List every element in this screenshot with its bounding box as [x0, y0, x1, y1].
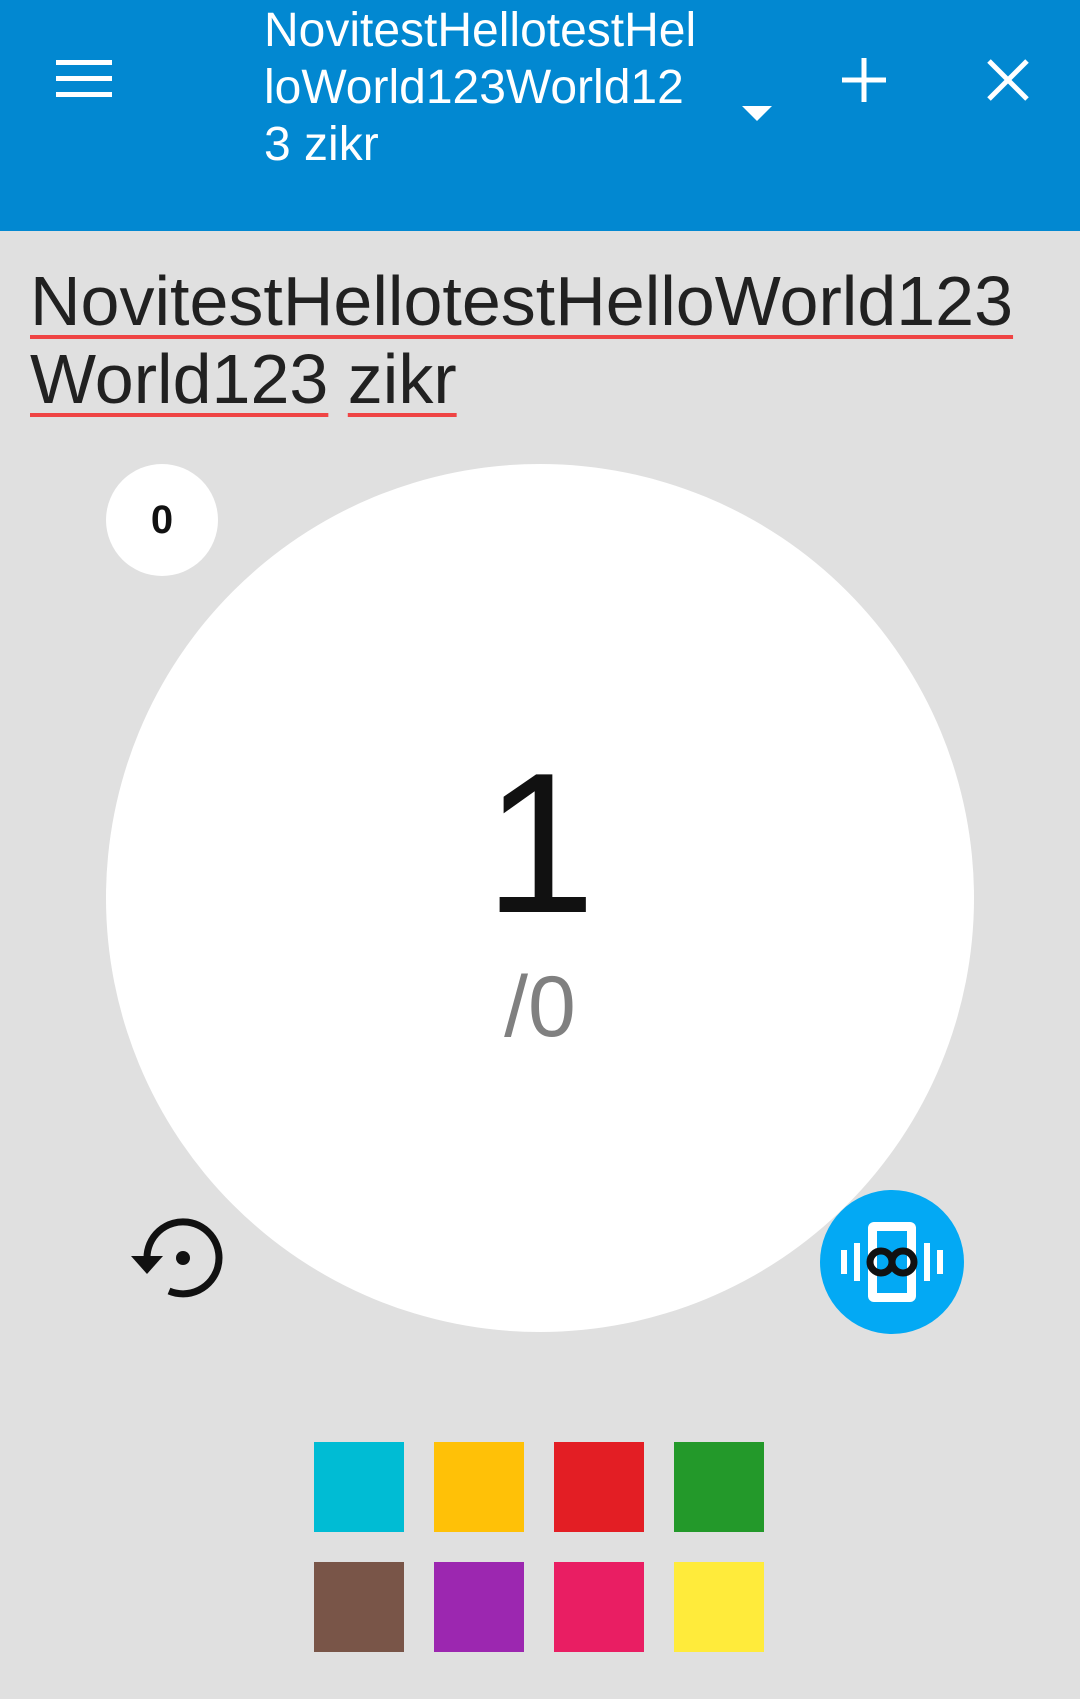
vibrate-infinity-icon	[841, 1222, 943, 1302]
app-bar: NovitestHellotestHelloWorld123World123 z…	[0, 0, 1080, 231]
reset-restore-icon	[131, 1218, 223, 1298]
close-icon	[987, 59, 1029, 101]
count-target: /0	[504, 959, 576, 1055]
menu-button[interactable]	[40, 39, 128, 119]
color-swatch[interactable]	[674, 1442, 764, 1532]
color-swatch[interactable]	[314, 1442, 404, 1532]
zikr-name-word: zikr	[347, 340, 457, 418]
color-swatch[interactable]	[434, 1562, 524, 1652]
plus-icon	[842, 58, 886, 102]
zikr-name-heading: NovitestHellotestHelloWorld123World123 z…	[30, 262, 1060, 418]
color-swatch[interactable]	[554, 1442, 644, 1532]
count-value: 1	[484, 732, 596, 955]
color-swatch[interactable]	[314, 1562, 404, 1652]
vibrate-toggle-button[interactable]	[820, 1190, 964, 1334]
color-swatch[interactable]	[434, 1442, 524, 1532]
color-swatch[interactable]	[674, 1562, 764, 1652]
color-swatch[interactable]	[554, 1562, 644, 1652]
zikr-dropdown-button[interactable]	[722, 86, 792, 142]
rounds-badge: 0	[106, 464, 218, 576]
hamburger-menu-icon	[56, 60, 112, 97]
dropdown-triangle-icon	[742, 106, 772, 121]
zikr-name-word: NovitestHellotestHelloWorld123World123	[30, 262, 1014, 418]
close-button[interactable]	[968, 40, 1048, 120]
app-bar-title[interactable]: NovitestHellotestHelloWorld123World123 z…	[264, 2, 704, 173]
counter-tap-area[interactable]: 1 /0	[106, 464, 974, 1332]
reset-button[interactable]	[124, 1206, 228, 1310]
add-zikr-button[interactable]	[824, 40, 904, 120]
